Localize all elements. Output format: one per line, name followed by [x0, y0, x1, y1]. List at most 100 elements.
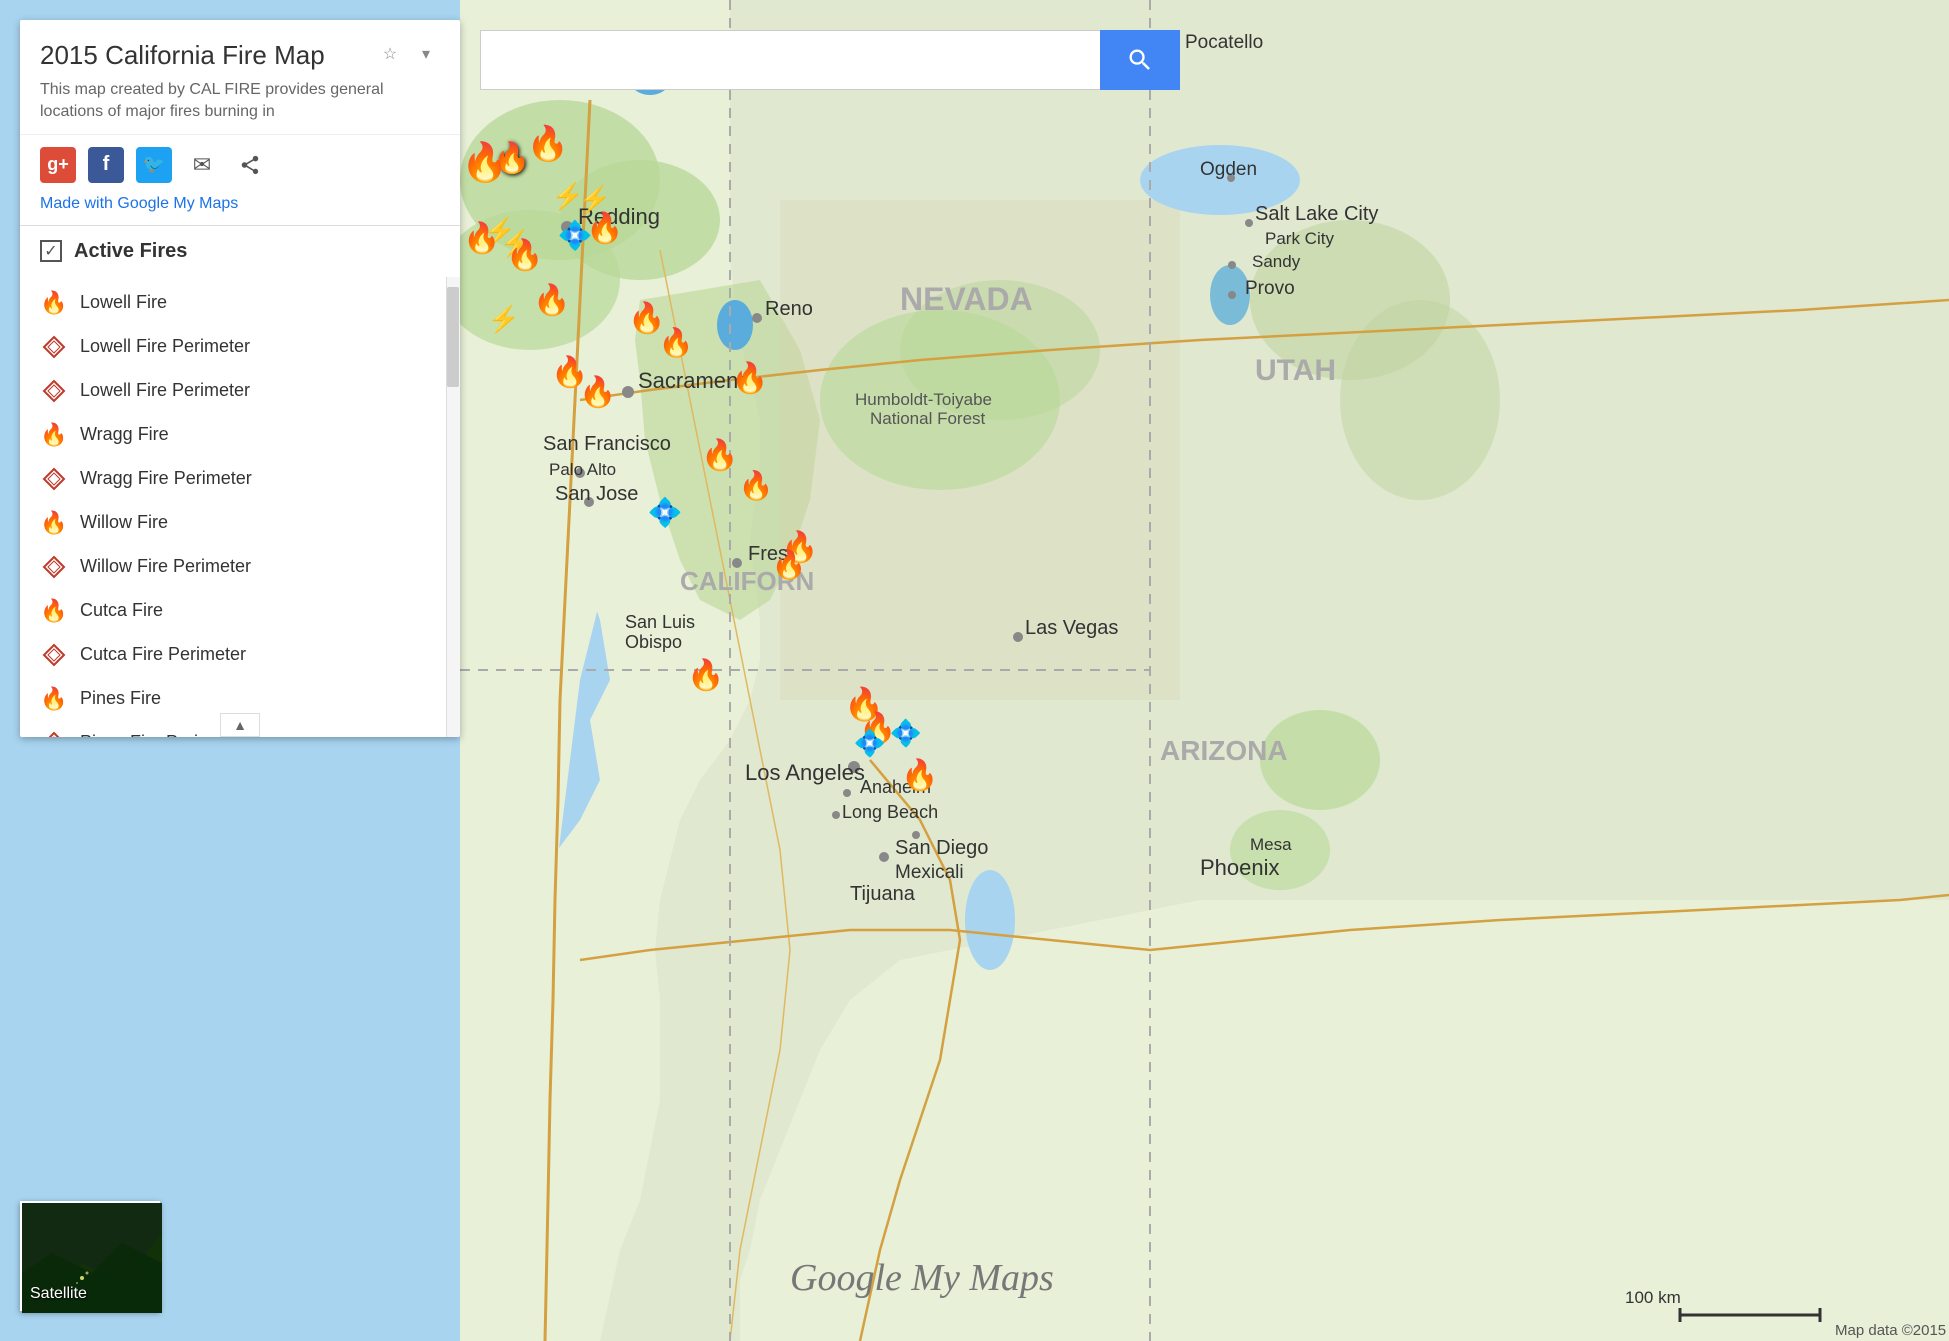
- svg-text:🔥: 🔥: [731, 360, 768, 395]
- svg-text:Reno: Reno: [765, 298, 813, 320]
- google-plus-button[interactable]: g+: [40, 147, 76, 183]
- svg-text:San Diego: San Diego: [895, 837, 988, 859]
- perimeter-layer-icon: [40, 553, 68, 581]
- fire-layer-icon: 🔥: [40, 289, 68, 317]
- layer-item[interactable]: 🔥 Lowell Fire: [20, 281, 442, 325]
- layer-item[interactable]: Wragg Fire Perimeter: [20, 457, 442, 501]
- svg-text:Los Angeles: Los Angeles: [745, 760, 865, 785]
- layer-item[interactable]: 🔥 Willow Fire: [20, 501, 442, 545]
- svg-text:Mesa: Mesa: [1250, 835, 1292, 854]
- layer-item[interactable]: Lowell Fire Perimeter: [20, 369, 442, 413]
- sidebar-header: 2015 California Fire Map This map create…: [20, 20, 460, 135]
- scrollbar-thumb[interactable]: [447, 287, 459, 387]
- svg-text:San Luis: San Luis: [625, 612, 695, 632]
- svg-text:🔥: 🔥: [772, 548, 807, 581]
- svg-text:Long Beach: Long Beach: [842, 802, 938, 822]
- active-fires-checkbox[interactable]: ✓: [40, 240, 62, 262]
- svg-text:Google My Maps: Google My Maps: [790, 1257, 1054, 1299]
- svg-text:Obispo: Obispo: [625, 632, 682, 652]
- active-fires-label: Active Fires: [74, 240, 187, 263]
- satellite-thumbnail[interactable]: Satellite: [20, 1201, 160, 1311]
- svg-text:🔥: 🔥: [506, 237, 543, 272]
- svg-text:🔥: 🔥: [659, 326, 694, 359]
- twitter-button[interactable]: 🐦: [136, 147, 172, 183]
- layers-section: ✓ Active Fires 🔥 Lowell Fire Lowell Fire P…: [20, 225, 460, 737]
- svg-text:🔥: 🔥: [463, 220, 500, 255]
- svg-text:Map data ©2015 Google, INEGI: Map data ©2015 Google, INEGI: [1835, 1322, 1949, 1339]
- svg-text:Ogden: Ogden: [1200, 159, 1257, 180]
- layer-item-label: Willow Fire: [80, 512, 168, 533]
- svg-text:ARIZONA: ARIZONA: [1160, 735, 1288, 766]
- layer-item-label: Wragg Fire: [80, 424, 169, 445]
- scroll-up-button[interactable]: ▲: [220, 713, 260, 737]
- svg-text:🔥: 🔥: [586, 210, 623, 245]
- social-icons-bar: g+ f 🐦 ✉: [20, 135, 460, 195]
- search-bar: [480, 30, 1180, 90]
- svg-text:Pocatello: Pocatello: [1185, 32, 1263, 53]
- dropdown-button[interactable]: ▾: [412, 40, 440, 68]
- svg-text:Tijuana: Tijuana: [850, 883, 916, 905]
- svg-text:🔥: 🔥: [461, 140, 508, 184]
- layer-item-label: Cutca Fire Perimeter: [80, 644, 246, 665]
- made-with-google-link[interactable]: Made with Google My Maps: [20, 195, 460, 225]
- svg-text:San Francisco: San Francisco: [543, 433, 671, 455]
- fire-layer-icon: 🔥: [40, 421, 68, 449]
- layer-item-label: Lowell Fire Perimeter: [80, 336, 250, 357]
- layer-item-label: Lowell Fire: [80, 292, 167, 313]
- svg-text:Mexicali: Mexicali: [895, 862, 964, 883]
- satellite-label: Satellite: [30, 1285, 87, 1303]
- layers-list: 🔥 Lowell Fire Lowell Fire Perimeter Lowell …: [20, 277, 460, 737]
- layer-item-label: Lowell Fire Perimeter: [80, 380, 250, 401]
- svg-text:Park City: Park City: [1265, 229, 1334, 248]
- layer-item[interactable]: 🔥 Wragg Fire: [20, 413, 442, 457]
- scrollbar[interactable]: [446, 277, 460, 737]
- svg-text:🔥: 🔥: [901, 757, 938, 792]
- search-input[interactable]: [480, 30, 1100, 90]
- sidebar-description: This map created by CAL FIRE provides ge…: [40, 79, 440, 124]
- active-fires-header[interactable]: ✓ Active Fires: [20, 226, 460, 277]
- layer-item[interactable]: Willow Fire Perimeter: [20, 545, 442, 589]
- layer-item-label: Wragg Fire Perimeter: [80, 468, 252, 489]
- layer-item-label: Willow Fire Perimeter: [80, 556, 251, 577]
- svg-text:💠: 💠: [648, 496, 683, 529]
- svg-text:National Forest: National Forest: [870, 409, 986, 428]
- svg-text:UTAH: UTAH: [1255, 354, 1336, 387]
- perimeter-layer-icon: [40, 333, 68, 361]
- layers-list-container: 🔥 Lowell Fire Lowell Fire Perimeter Lowell …: [20, 277, 460, 737]
- perimeter-layer-icon: [40, 377, 68, 405]
- perimeter-layer-icon: [40, 465, 68, 493]
- svg-text:San Jose: San Jose: [555, 483, 638, 505]
- svg-text:⚡: ⚡: [488, 304, 520, 335]
- svg-text:100 km: 100 km: [1625, 1288, 1681, 1307]
- svg-text:💠: 💠: [890, 718, 922, 748]
- svg-text:💠: 💠: [854, 728, 886, 758]
- share-button[interactable]: [232, 147, 268, 183]
- svg-text:🔥: 🔥: [527, 124, 569, 163]
- fire-layer-icon: 🔥: [40, 597, 68, 625]
- email-button[interactable]: ✉: [184, 147, 220, 183]
- layer-item[interactable]: Lowell Fire Perimeter: [20, 325, 442, 369]
- svg-text:Salt Lake City: Salt Lake City: [1255, 203, 1378, 225]
- svg-text:Phoenix: Phoenix: [1200, 855, 1280, 880]
- svg-text:🔥: 🔥: [533, 282, 570, 317]
- svg-text:🔥: 🔥: [687, 657, 724, 692]
- svg-text:Humboldt-Toiyabe: Humboldt-Toiyabe: [855, 390, 992, 409]
- svg-text:Sandy: Sandy: [1252, 252, 1301, 271]
- fire-layer-icon: 🔥: [40, 685, 68, 713]
- facebook-button[interactable]: f: [88, 147, 124, 183]
- svg-text:Provo: Provo: [1245, 278, 1295, 299]
- layer-item[interactable]: Cutca Fire Perimeter: [20, 633, 442, 677]
- svg-text:🔥: 🔥: [579, 374, 616, 409]
- svg-text:⚡: ⚡: [579, 184, 611, 215]
- fire-layer-icon: 🔥: [40, 509, 68, 537]
- sidebar: 2015 California Fire Map This map create…: [20, 20, 460, 737]
- svg-text:NEVADA: NEVADA: [900, 281, 1033, 317]
- layer-item-label: Cutca Fire: [80, 600, 163, 621]
- svg-text:🔥: 🔥: [701, 437, 738, 472]
- layer-item[interactable]: 🔥 Cutca Fire: [20, 589, 442, 633]
- favorite-button[interactable]: ☆: [376, 40, 404, 68]
- svg-text:Las Vegas: Las Vegas: [1025, 617, 1118, 639]
- svg-text:Palo Alto: Palo Alto: [549, 460, 616, 479]
- svg-text:🔥: 🔥: [739, 469, 774, 502]
- search-button[interactable]: [1100, 30, 1180, 90]
